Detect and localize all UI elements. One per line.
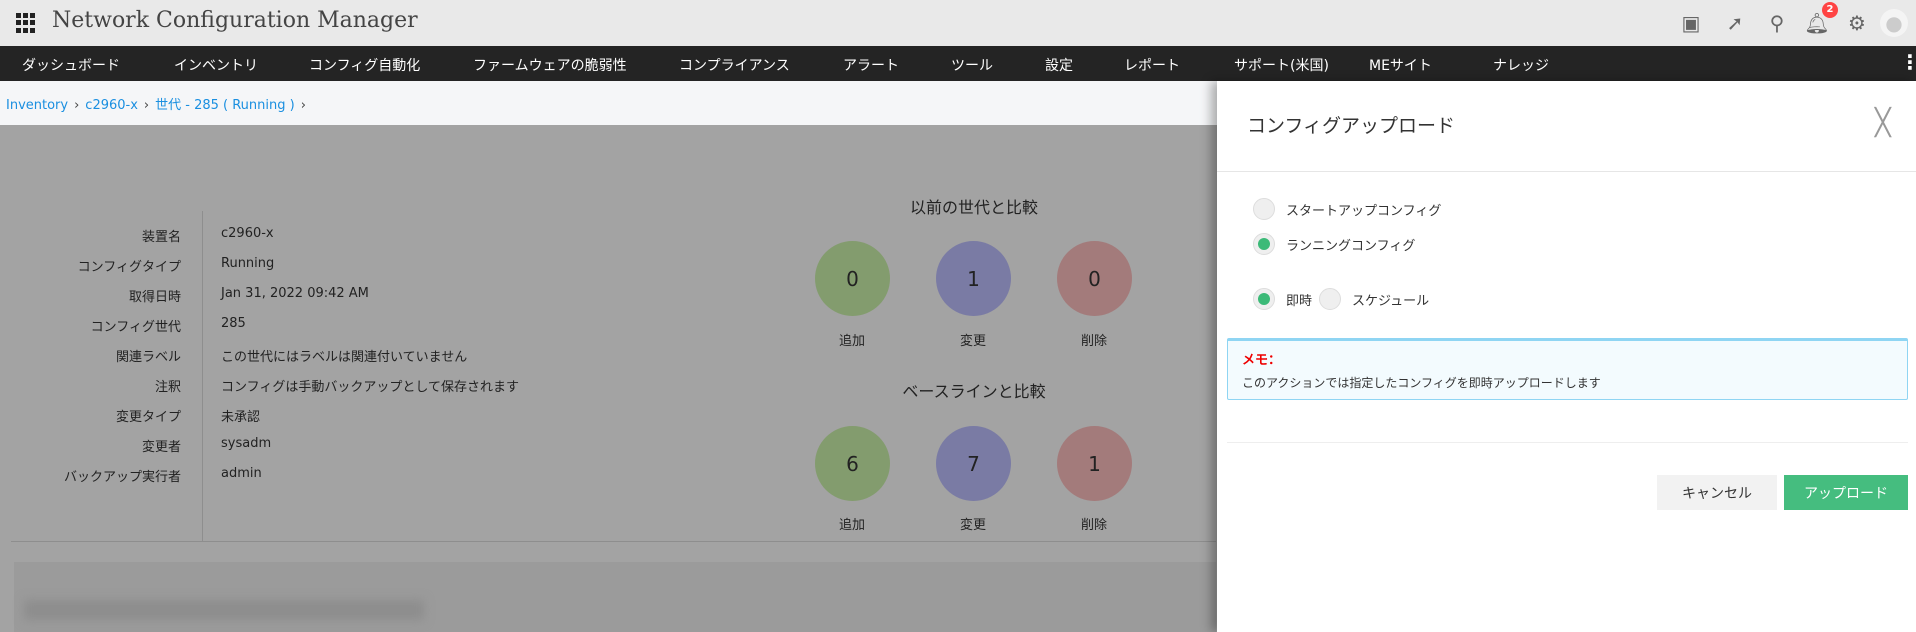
panel-title: コンフィグアップロード	[1247, 115, 1456, 137]
detail-label: コンフィグ世代	[90, 320, 181, 335]
nav-config-automation[interactable]: コンフィグ自動化	[309, 55, 420, 75]
top-bar: Network Configuration Manager ▣ ➚ ⚲ 🔔︎ 2…	[0, 0, 1916, 46]
app-grid-icon[interactable]	[16, 13, 36, 33]
chevron-right-icon: ›	[143, 98, 150, 113]
deleted-label: 削除	[1080, 334, 1107, 349]
notification-badge: 2	[1822, 2, 1838, 18]
nav-firmware-vulnerability[interactable]: ファームウェアの脆弱性	[473, 55, 627, 75]
cancel-button[interactable]: キャンセル	[1657, 475, 1777, 510]
nav-tools[interactable]: ツール	[951, 55, 993, 75]
detail-label: 注釈	[154, 380, 181, 395]
nav-compliance[interactable]: コンプライアンス	[679, 55, 790, 75]
rocket-icon[interactable]: ➚	[1721, 9, 1749, 37]
detail-value: admin	[221, 466, 262, 481]
previous-deleted-count[interactable]: 0	[1057, 241, 1132, 316]
startup-config-label[interactable]: スタートアップコンフィグ	[1286, 200, 1441, 219]
divider	[11, 541, 1216, 542]
detail-value: sysadm	[221, 436, 272, 451]
breadcrumb-generation[interactable]: 世代 - 285 ( Running )	[155, 98, 295, 113]
divider	[1217, 171, 1916, 172]
app-title: Network Configuration Manager	[52, 8, 418, 33]
schedule-radio[interactable]	[1319, 288, 1341, 310]
detail-label: 取得日時	[128, 290, 181, 305]
breadcrumb: Inventory › c2960-x › 世代 - 285 ( Running ) ›	[6, 94, 312, 113]
added-label: 追加	[838, 518, 865, 533]
memo-box: メモ： このアクションでは指定したコンフィグを即時アップロードします	[1227, 338, 1908, 400]
baseline-changed-count[interactable]: 7	[936, 426, 1011, 501]
deleted-label: 削除	[1080, 518, 1107, 533]
previous-added-count[interactable]: 0	[815, 241, 890, 316]
divider	[1227, 442, 1908, 443]
close-icon[interactable]: ╳	[1875, 108, 1891, 138]
nav-support[interactable]: サポート(米国)	[1234, 55, 1329, 75]
breadcrumb-inventory[interactable]: Inventory	[6, 98, 68, 113]
detail-value: この世代にはラベルは関連付いていません	[221, 350, 468, 365]
chevron-right-icon: ›	[300, 98, 306, 113]
avatar[interactable]: ●	[1880, 9, 1908, 37]
added-label: 追加	[838, 334, 865, 349]
detail-value: 285	[221, 316, 246, 331]
detail-label: バックアップ実行者	[63, 470, 181, 485]
gear-icon[interactable]: ⚙	[1843, 9, 1871, 37]
detail-value: Running	[221, 256, 275, 271]
more-menu-icon[interactable]: ⋮	[1900, 50, 1916, 74]
nav-knowledge[interactable]: ナレッジ	[1493, 55, 1549, 75]
upload-button[interactable]: アップロード	[1784, 475, 1908, 510]
detail-value: c2960-x	[221, 226, 274, 241]
immediate-radio[interactable]	[1253, 288, 1275, 310]
detail-value: Jan 31, 2022 09:42 AM	[221, 286, 369, 301]
baseline-deleted-count[interactable]: 1	[1057, 426, 1132, 501]
detail-label: 変更者	[141, 440, 181, 455]
chevron-right-icon: ›	[74, 98, 80, 113]
nav-settings[interactable]: 設定	[1045, 55, 1073, 75]
nav-me-site[interactable]: MEサイト	[1369, 55, 1432, 75]
detail-label: 変更タイプ	[115, 410, 181, 425]
memo-text: このアクションでは指定したコンフィグを即時アップロードします	[1242, 376, 1601, 390]
detail-label: 関連ラベル	[115, 350, 181, 365]
detail-value: 未承認	[221, 410, 261, 425]
compare-baseline-title: ベースラインと比較	[902, 382, 1046, 401]
nav-alerts[interactable]: アラート	[843, 55, 899, 75]
detail-label: 装置名	[141, 230, 181, 245]
compare-previous-title: 以前の世代と比較	[909, 198, 1038, 217]
changed-label: 変更	[959, 334, 986, 349]
search-icon[interactable]: ⚲	[1763, 9, 1791, 37]
running-config-label[interactable]: ランニングコンフィグ	[1286, 235, 1415, 254]
detail-label: コンフィグタイプ	[77, 260, 181, 275]
running-config-radio[interactable]	[1253, 233, 1275, 255]
blurred-section	[14, 562, 1216, 632]
memo-title: メモ：	[1242, 353, 1282, 368]
baseline-added-count[interactable]: 6	[815, 426, 890, 501]
nav-dashboard[interactable]: ダッシュボード	[22, 55, 120, 75]
nav-reports[interactable]: レポート	[1124, 55, 1180, 75]
divider	[202, 211, 203, 541]
config-upload-panel: コンフィグアップロード ╳ スタートアップコンフィグ ランニングコンフィグ 即時…	[1217, 81, 1916, 632]
startup-config-radio[interactable]	[1253, 198, 1275, 220]
breadcrumb-device[interactable]: c2960-x	[85, 98, 138, 113]
changed-label: 変更	[959, 518, 986, 533]
schedule-label[interactable]: スケジュール	[1352, 290, 1429, 309]
immediate-label[interactable]: 即時	[1286, 290, 1312, 309]
nav-inventory[interactable]: インベントリ	[174, 55, 258, 75]
previous-changed-count[interactable]: 1	[936, 241, 1011, 316]
main-nav: ダッシュボード インベントリ コンフィグ自動化 ファームウェアの脆弱性 コンプラ…	[0, 46, 1916, 81]
blurred-text	[24, 600, 424, 620]
presentation-icon[interactable]: ▣	[1677, 9, 1705, 37]
detail-value: コンフィグは手動バックアップとして保存されます	[221, 380, 519, 395]
